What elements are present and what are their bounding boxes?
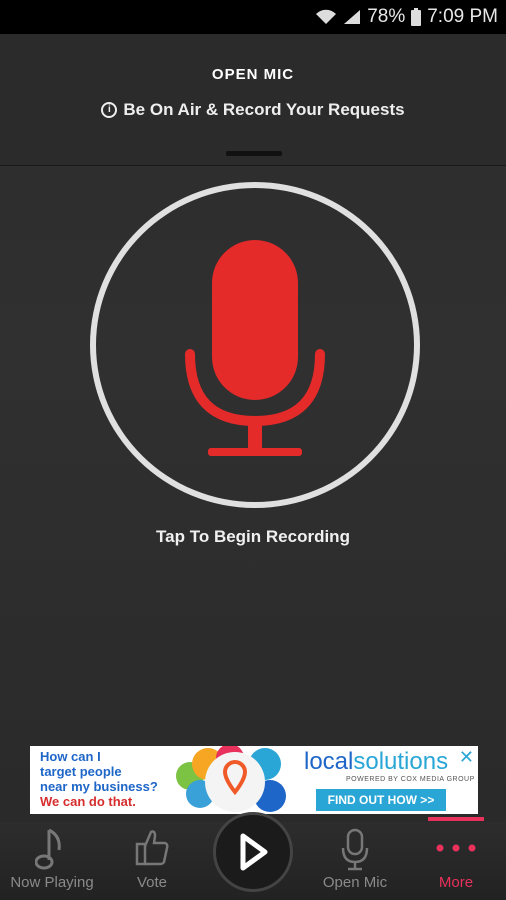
music-note-icon [35, 828, 61, 870]
play-button[interactable] [213, 812, 293, 892]
active-tab-indicator [428, 817, 484, 821]
ad-brand: localsolutions [304, 748, 448, 776]
tab-label: More [438, 874, 474, 891]
page-subtitle[interactable]: i Be On Air & Record Your Requests [0, 100, 506, 120]
ad-brand-solutions: solutions [353, 748, 449, 775]
battery-icon [411, 8, 422, 26]
record-prompt: Tap To Begin Recording [156, 527, 350, 546]
wifi-icon [315, 9, 337, 25]
tab-now-playing[interactable]: Now Playing [0, 822, 104, 900]
ad-line-1: How can I [40, 749, 101, 764]
ad-cta-button[interactable]: FIND OUT HOW >> [316, 789, 446, 811]
ad-map-graphic [176, 746, 286, 812]
clock: 7:09 PM [427, 6, 498, 27]
open-mic-header: OPEN MIC i Be On Air & Record Your Reque… [0, 34, 506, 166]
tab-open-mic[interactable]: Open Mic [310, 822, 400, 900]
ad-brand-local: local [304, 748, 354, 775]
drag-handle[interactable] [226, 151, 282, 156]
microphone-icon [185, 240, 325, 456]
ad-line-4: We can do that. [40, 794, 136, 809]
status-bar: 78% 7:09 PM [0, 0, 506, 34]
tab-label: Open Mic [322, 874, 388, 891]
close-icon[interactable]: ✕ [459, 748, 474, 766]
battery-percent: 78% [367, 6, 406, 27]
ad-line-3: near my business? [40, 779, 158, 794]
info-icon: i [101, 102, 118, 118]
tab-label: Vote [136, 874, 168, 891]
more-dots-icon [436, 844, 476, 852]
tab-vote[interactable]: Vote [110, 822, 194, 900]
tab-more[interactable]: More [416, 822, 496, 900]
microphone-icon [341, 828, 369, 871]
thumbs-up-icon [135, 830, 169, 866]
signal-icon [343, 9, 361, 25]
play-icon [240, 833, 268, 871]
subtitle-text: Be On Air & Record Your Requests [123, 100, 405, 119]
ad-headline: How can I target people near my business… [40, 749, 158, 809]
ad-brand-sub: POWERED BY COX MEDIA GROUP [346, 776, 475, 783]
tab-label: Now Playing [10, 874, 94, 891]
ad-banner[interactable]: How can I target people near my business… [30, 746, 478, 814]
ad-line-2: target people [40, 764, 122, 779]
page-title: OPEN MIC [211, 66, 295, 83]
